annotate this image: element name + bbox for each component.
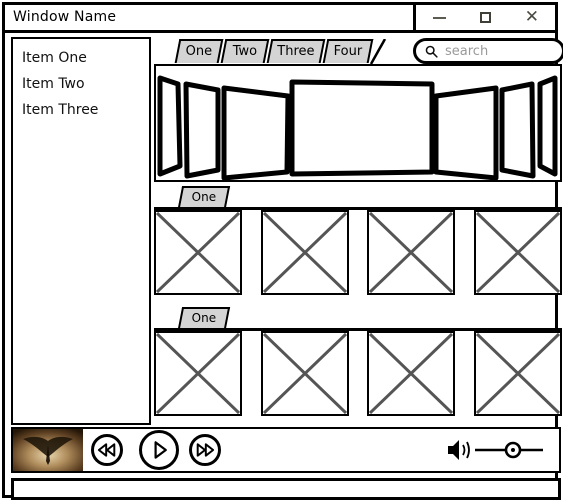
thumbnail-row-second: [154, 328, 562, 416]
coverflow-panel-2: [183, 81, 221, 179]
tab-two[interactable]: Two: [220, 39, 270, 63]
sidebar-item-three[interactable]: Item Three: [13, 97, 149, 123]
image-placeholder-icon: [262, 332, 347, 415]
volume-control[interactable]: [445, 437, 549, 463]
thumbnail-item[interactable]: [260, 331, 349, 416]
fast-forward-icon: [196, 443, 215, 457]
section-tab-label: One: [191, 190, 217, 204]
tabstrip-trailing-edge: [369, 39, 387, 65]
thumbnail-item[interactable]: [154, 331, 242, 416]
window-controls: ✕: [413, 2, 558, 33]
tab-label: One: [185, 44, 213, 59]
coverflow-panel-center: [289, 79, 435, 177]
tab-bar: One Two Three Four: [173, 37, 403, 65]
minimize-button[interactable]: [422, 5, 456, 30]
tab-label: Two: [232, 44, 258, 59]
thumbnail-item[interactable]: [473, 210, 562, 295]
sidebar-item-one[interactable]: Item One: [13, 45, 149, 71]
play-button[interactable]: [139, 430, 179, 470]
sidebar-item-label: Item One: [22, 50, 87, 66]
coverflow-carousel[interactable]: [154, 64, 562, 182]
close-icon: ✕: [524, 7, 539, 27]
coverflow-panel-6: [499, 81, 536, 179]
play-icon: [154, 441, 167, 459]
app-root: Window Name ✕ Item One Item Two Item Thr…: [0, 0, 563, 502]
status-bar: [11, 478, 561, 500]
thumbnail-item[interactable]: [473, 331, 562, 416]
next-button[interactable]: [189, 434, 221, 466]
thumbnail-item[interactable]: [260, 210, 349, 295]
image-placeholder-icon: [369, 211, 454, 294]
volume-slider[interactable]: [445, 437, 549, 463]
image-placeholder-icon: [369, 332, 454, 415]
speaker-icon: [448, 440, 470, 460]
search-placeholder: search: [445, 44, 489, 59]
sidebar-item-label: Item Two: [22, 76, 85, 92]
tab-three[interactable]: Three: [266, 39, 326, 63]
image-placeholder-icon: [262, 211, 347, 294]
image-placeholder-icon: [155, 211, 241, 294]
volume-knob-center: [511, 448, 515, 452]
thumbnail-item[interactable]: [367, 331, 456, 416]
maximize-icon: [479, 12, 491, 23]
close-button[interactable]: ✕: [515, 5, 549, 30]
coverflow-panels: [157, 75, 558, 180]
search-input[interactable]: search: [413, 38, 563, 64]
title-bar: Window Name ✕: [5, 2, 558, 33]
thumbnail-item[interactable]: [154, 210, 242, 295]
tab-one[interactable]: One: [174, 39, 224, 63]
tab-four[interactable]: Four: [322, 39, 374, 63]
album-art-image: [13, 429, 83, 471]
coverflow-panel-3: [221, 85, 291, 180]
rewind-icon: [97, 443, 116, 457]
section-tab-label: One: [191, 311, 217, 325]
sidebar-item-two[interactable]: Item Two: [13, 71, 149, 97]
thumbnail-row-first: [154, 207, 562, 295]
sidebar-item-label: Item Three: [22, 102, 99, 118]
tab-label: Three: [277, 44, 315, 59]
minimize-icon: [432, 16, 446, 19]
thumbnail-item[interactable]: [367, 210, 456, 295]
tab-label: Four: [333, 44, 363, 59]
previous-button[interactable]: [91, 434, 123, 466]
main-content: One One: [154, 64, 562, 426]
search-icon: [425, 45, 438, 58]
coverflow-panel-1: [157, 75, 183, 177]
window-frame: Window Name ✕ Item One Item Two Item Thr…: [2, 2, 563, 500]
image-placeholder-icon: [155, 332, 241, 415]
coverflow-panel-5: [433, 85, 499, 180]
album-art[interactable]: [13, 429, 83, 471]
section-tab-one-second[interactable]: One: [177, 307, 231, 329]
window-title: Window Name: [13, 9, 117, 25]
image-placeholder-icon: [475, 332, 561, 415]
section-tab-one-first[interactable]: One: [177, 186, 231, 208]
image-placeholder-icon: [475, 211, 561, 294]
sidebar: Item One Item Two Item Three: [11, 37, 151, 425]
maximize-button[interactable]: [468, 5, 502, 30]
coverflow-panel-7: [537, 75, 558, 177]
player-bar: [11, 427, 561, 473]
